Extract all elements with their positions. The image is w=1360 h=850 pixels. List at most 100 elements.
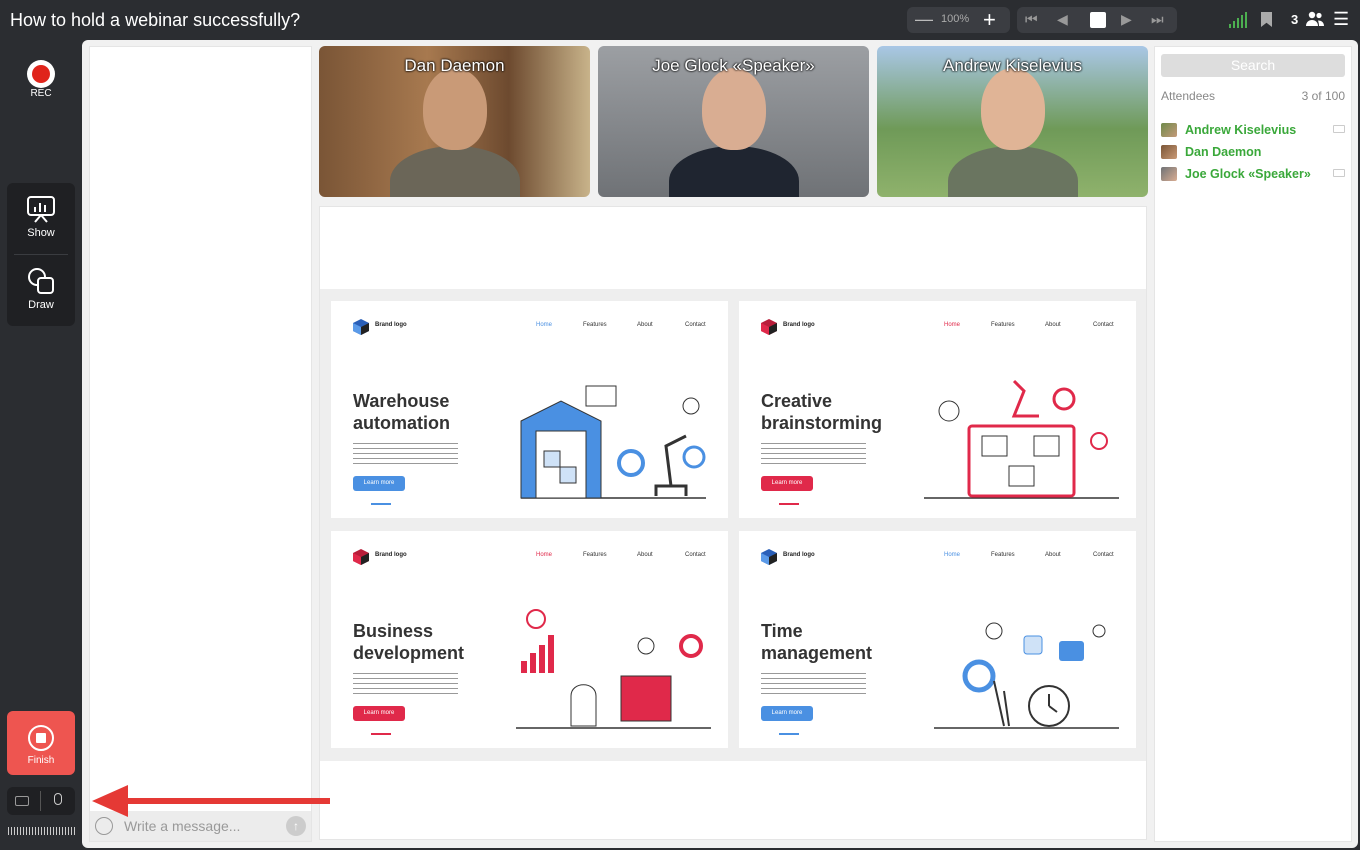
video-participant-name: Joe Glock «Speaker» bbox=[652, 56, 815, 75]
slide-learn-more: Learn more bbox=[761, 706, 813, 721]
slide-dots bbox=[779, 733, 799, 735]
video-tile[interactable]: Dan Daemon bbox=[319, 46, 590, 197]
slide-nav-features: Features bbox=[583, 322, 607, 328]
slide-dots bbox=[371, 733, 391, 735]
avatar bbox=[1161, 145, 1177, 159]
participant-face bbox=[422, 68, 487, 150]
zoom-control: — 100% + bbox=[907, 7, 1010, 33]
stop-icon[interactable] bbox=[1090, 12, 1106, 28]
slide-nav-contact: Contact bbox=[1093, 552, 1114, 558]
signal-icon bbox=[1229, 12, 1247, 28]
slide-nav-home: Home bbox=[944, 552, 961, 558]
zoom-out-button[interactable]: — bbox=[915, 9, 933, 30]
draw-label: Draw bbox=[28, 299, 54, 311]
slide-body-text bbox=[761, 443, 866, 465]
brand-name: Brand logo bbox=[375, 322, 407, 328]
draw-button[interactable]: Draw bbox=[7, 255, 75, 326]
last-page-icon[interactable]: ⏭ bbox=[1151, 11, 1164, 28]
slide-heading: Warehouse automation bbox=[353, 391, 450, 433]
top-bar: How to hold a webinar successfully? — 10… bbox=[0, 0, 1360, 40]
slide-nav-about: About bbox=[1045, 552, 1061, 558]
menu-icon[interactable]: ☰ bbox=[1333, 9, 1349, 30]
brand-logo-icon bbox=[761, 319, 777, 335]
webinar-title: How to hold a webinar successfully? bbox=[10, 10, 301, 30]
attendee-item[interactable]: Joe Glock «Speaker» bbox=[1161, 165, 1345, 183]
participant-body bbox=[947, 146, 1078, 197]
brand-logo-icon bbox=[353, 549, 369, 565]
warehouse-illustration bbox=[520, 385, 706, 499]
zoom-level: 100% bbox=[941, 13, 970, 25]
slide-card: Brand logo Home Features About Contact B… bbox=[331, 531, 728, 748]
slide-heading: Time management bbox=[761, 621, 873, 663]
slide-nav-home: Home bbox=[536, 552, 553, 558]
rec-label: REC bbox=[30, 88, 52, 99]
search-button[interactable]: Search bbox=[1161, 54, 1345, 77]
send-icon[interactable]: ↑ bbox=[286, 816, 306, 836]
camera-icon[interactable] bbox=[15, 796, 29, 806]
zoom-in-button[interactable]: + bbox=[983, 7, 996, 33]
slide-nav-about: About bbox=[1045, 322, 1061, 328]
slide-heading: Business development bbox=[353, 621, 465, 663]
finish-button[interactable]: Finish bbox=[7, 711, 75, 775]
slide-card: Brand logo Home Features About Contact W… bbox=[331, 301, 728, 518]
attendee-name: Andrew Kiselevius bbox=[1185, 123, 1297, 137]
people-icon[interactable] bbox=[1306, 11, 1324, 32]
slide-card: Brand logo Home Features About Contact C… bbox=[739, 301, 1136, 518]
slide-body-text bbox=[353, 673, 458, 695]
presentation-stage: Brand logo Home Features About Contact W… bbox=[319, 206, 1147, 840]
time-management-illustration bbox=[934, 622, 1119, 729]
media-controls bbox=[7, 787, 75, 815]
slide-body-text bbox=[761, 673, 866, 695]
brand-logo-icon bbox=[353, 319, 369, 335]
video-tile[interactable]: Joe Glock «Speaker» bbox=[598, 46, 869, 197]
annotation-arrow bbox=[92, 785, 330, 817]
next-page-icon[interactable]: ▶ bbox=[1121, 11, 1132, 28]
presentation-icon bbox=[27, 196, 55, 223]
business-illustration bbox=[516, 609, 711, 729]
attendees-header: Attendees bbox=[1161, 89, 1216, 103]
video-participant-name: Dan Daemon bbox=[404, 56, 505, 75]
stop-circle-icon bbox=[28, 725, 54, 751]
attendees-panel: Search Attendees 3 of 100 Andrew Kiselev… bbox=[1154, 46, 1352, 842]
video-tile[interactable]: Andrew Kiselevius bbox=[877, 46, 1148, 197]
microphone-icon[interactable] bbox=[54, 793, 62, 805]
monitor-icon bbox=[1333, 169, 1345, 177]
attendees-count: 3 of 100 bbox=[1301, 89, 1345, 103]
participant-body bbox=[389, 146, 520, 197]
attendee-name: Dan Daemon bbox=[1185, 145, 1262, 159]
slide-grid: Brand logo Home Features About Contact W… bbox=[320, 289, 1146, 761]
brand-name: Brand logo bbox=[783, 552, 815, 558]
tools-panel: Show Draw bbox=[7, 183, 75, 326]
bookmark-icon[interactable] bbox=[1261, 12, 1272, 27]
slide-nav-home: Home bbox=[944, 322, 961, 328]
finish-label: Finish bbox=[27, 755, 55, 766]
slide-body-text bbox=[353, 443, 458, 465]
avatar bbox=[1161, 123, 1177, 137]
monitor-icon bbox=[1333, 125, 1345, 133]
prev-page-icon[interactable]: ◀ bbox=[1057, 11, 1068, 28]
shapes-icon bbox=[28, 268, 54, 294]
attendee-item[interactable]: Dan Daemon bbox=[1161, 143, 1345, 161]
slide-nav-features: Features bbox=[991, 552, 1015, 558]
chat-panel: Write a message... ↑ bbox=[89, 46, 312, 842]
slide-nav-contact: Contact bbox=[685, 322, 706, 328]
slide-heading: Creative brainstorming bbox=[761, 391, 883, 433]
slide-learn-more: Learn more bbox=[353, 706, 405, 721]
slide-nav-about: About bbox=[637, 322, 653, 328]
slide-nav-features: Features bbox=[583, 552, 607, 558]
participant-face bbox=[980, 68, 1045, 150]
video-participant-name: Andrew Kiselevius bbox=[943, 56, 1082, 75]
slide-nav-about: About bbox=[637, 552, 653, 558]
brand-logo-icon bbox=[761, 549, 777, 565]
show-button[interactable]: Show bbox=[7, 183, 75, 254]
slide-navigation: ⏮ ◀ ▶ ⏭ bbox=[1017, 7, 1177, 33]
slide-learn-more: Learn more bbox=[761, 476, 813, 491]
slide-nav-features: Features bbox=[991, 322, 1015, 328]
record-button[interactable] bbox=[27, 60, 55, 88]
slide-nav-home: Home bbox=[536, 322, 553, 328]
brand-name: Brand logo bbox=[375, 552, 407, 558]
attendee-item[interactable]: Andrew Kiselevius bbox=[1161, 121, 1345, 139]
chat-input[interactable]: Write a message... bbox=[124, 818, 240, 834]
emoji-icon[interactable] bbox=[95, 817, 113, 835]
first-page-icon[interactable]: ⏮ bbox=[1025, 11, 1038, 28]
